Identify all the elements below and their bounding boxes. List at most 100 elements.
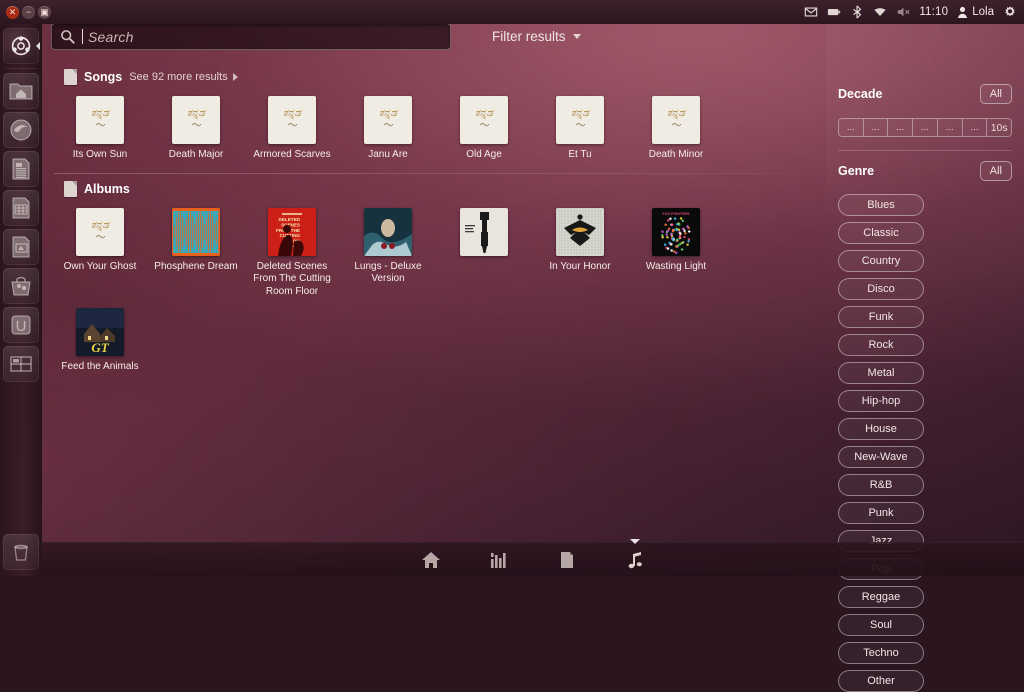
group-header: Albums [52,178,816,200]
result-tile[interactable]: Phosphene Dream [148,204,244,304]
result-tile[interactable]: ಕನ್ನಡ Armored Scarves [244,92,340,167]
text-caret [82,29,83,44]
search-row: Search Filter results [42,18,1024,72]
launcher-item-software-center[interactable] [3,268,39,304]
genre-option[interactable]: Funk [838,306,924,328]
music-lens[interactable] [622,547,648,573]
minimize-button[interactable]: − [22,6,35,19]
genre-option[interactable]: R&B [838,474,924,496]
clock-indicator[interactable]: 11:10 [919,6,948,18]
workspace-switcher-icon [8,351,34,377]
top-panel: ✕ − ▣ 11:10 Lola [0,0,1024,24]
genre-filter-title: Genre [838,164,874,178]
close-button[interactable]: ✕ [6,6,19,19]
home-lens[interactable] [418,547,444,573]
decade-filter-title: Decade [838,87,882,101]
decade-all-button[interactable]: All [980,84,1012,104]
results-area: Songs See 92 more results ಕನ್ನಡIts Own Sun… [42,66,826,542]
genre-option[interactable]: Hip-hop [838,390,924,412]
group-title: Songs [84,70,122,84]
session-menu[interactable] [1003,5,1017,19]
genre-option[interactable]: House [838,418,924,440]
result-title: Phosphene Dream [149,261,243,273]
album-art: ಕನ್ನಡ [364,96,412,144]
files-lens[interactable] [554,547,580,573]
decade-segment[interactable]: ... [863,118,888,137]
album-art-wrap: ಕನ್ನಡ [556,96,604,144]
launcher-item-writer[interactable] [3,151,39,187]
album-art-wrap: DELETEDSCENESFROM THECUTTINGROOMFLOOR [268,208,316,256]
svg-text:ಕನ್ನಡ: ಕನ್ನಡ [283,108,302,119]
indicator-wifi[interactable] [873,5,887,19]
launcher-item-home-folder[interactable] [3,73,39,109]
search-input[interactable]: Search [51,23,451,50]
group-divider [54,173,814,174]
genre-option[interactable]: Metal [838,362,924,384]
trash-icon [10,541,32,563]
result-tile[interactable]: GTFeed the Animals [52,304,148,379]
result-title: Armored Scarves [245,149,339,161]
volume-muted-icon [896,5,910,19]
lens-bar [42,542,1024,576]
decade-segment[interactable]: ... [887,118,912,137]
genre-option[interactable]: Punk [838,502,924,524]
result-tile[interactable]: ಕನ್ನಡOwn Your Ghost [52,204,148,304]
result-tile[interactable]: ಕನ್ನಡEt Tu [532,92,628,167]
result-tile[interactable]: FOO FIGHTERSWasting Light [628,204,724,304]
search-placeholder: Search [88,29,134,45]
decade-segment[interactable]: ... [937,118,962,137]
genre-all-button[interactable]: All [980,161,1012,181]
decade-segment[interactable]: ... [838,118,863,137]
result-tile[interactable]: In Your Honor [532,204,628,304]
genre-option[interactable]: Country [838,250,924,272]
indicator-messaging[interactable] [804,5,818,19]
svg-text:ಕನ್ನಡ: ಕನ್ನಡ [187,108,206,119]
user-menu[interactable]: Lola [957,6,994,18]
decade-segment[interactable]: 10s [986,118,1012,137]
album-art: FOO FIGHTERS [652,208,700,256]
decade-segment[interactable]: ... [962,118,987,137]
result-title: In Your Honor [533,261,627,273]
album-art-wrap: FOO FIGHTERS [652,208,700,256]
battery-icon [827,5,841,19]
genre-option[interactable]: Soul [838,614,924,636]
result-tile[interactable]: ಕನ್ನಡOld Age [436,92,532,167]
launcher-item-impress[interactable] [3,229,39,265]
applications-icon [489,550,509,570]
applications-lens[interactable] [486,547,512,573]
maximize-button[interactable]: ▣ [38,6,51,19]
decade-segment[interactable]: ... [912,118,937,137]
genre-option[interactable]: Other [838,670,924,692]
indicator-volume-muted[interactable] [896,5,910,19]
result-tile[interactable]: Lungs - Deluxe Version [340,204,436,304]
genre-option[interactable]: Rock [838,334,924,356]
launcher-item-workspace-switcher[interactable] [3,346,39,382]
genre-option[interactable]: New-Wave [838,446,924,468]
see-more-results-link[interactable]: See 92 more results [129,71,237,83]
genre-option[interactable]: Techno [838,642,924,664]
genre-option[interactable]: Blues [838,194,924,216]
result-tile[interactable]: ಕನ್ನಡDeath Major [148,92,244,167]
album-art-wrap: ಕನ್ನಡ [268,96,316,144]
launcher-item-firefox[interactable] [3,112,39,148]
launcher-item-ubuntu-one[interactable]: U [3,307,39,343]
result-title: Janu Are [341,149,435,161]
launcher-item-calc[interactable] [3,190,39,226]
result-tile[interactable] [436,204,532,304]
search-icon [60,29,75,44]
genre-option[interactable]: Disco [838,278,924,300]
result-tile[interactable]: ಕನ್ನಡDeath Minor [628,92,724,167]
result-tile[interactable]: ಕನ್ನಡ Janu Are [340,92,436,167]
dash-home-button[interactable] [3,28,39,64]
genre-option[interactable]: Classic [838,222,924,244]
decade-segments[interactable]: ..................10s [838,118,1012,137]
album-art: ಕನ್ನಡ [652,96,700,144]
result-tile[interactable]: DELETEDSCENESFROM THECUTTINGROOMFLOORDel… [244,204,340,304]
filter-results-toggle[interactable]: Filter results [492,29,581,44]
user-avatar-icon [957,6,968,18]
result-tile[interactable]: ಕನ್ನಡIts Own Sun [52,92,148,167]
genre-option[interactable]: Reggae [838,586,924,608]
indicator-battery[interactable] [827,5,841,19]
indicator-bluetooth[interactable] [850,5,864,19]
launcher-item-trash[interactable] [3,534,39,570]
